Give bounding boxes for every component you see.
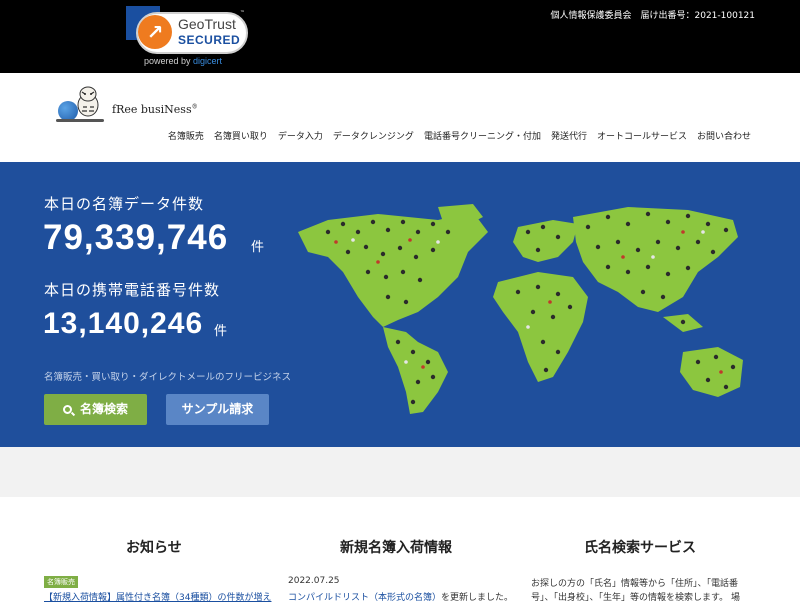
name-search-desc-line2: 号」、「出身校」、「生年」等の情報を検索します。 場: [531, 593, 740, 603]
registered-mark: ®: [191, 103, 198, 111]
name-search-desc-line1: お探しの方の「氏名」情報等から「住所」、「電話番: [531, 579, 739, 589]
records-count-label: 本日の名簿データ件数: [44, 195, 205, 213]
top-bar: ↗ GeoTrust SECURED ™ powered by digicert…: [0, 0, 800, 73]
nav-phone-cleaning[interactable]: 電話番号クリーニング・付加: [424, 129, 541, 142]
name-search-title: 氏名検索サービス: [584, 540, 696, 556]
arrival-item: コンパイルドリスト（本形式の名簿）を更新しました。: [288, 593, 514, 603]
hero-tagline: 名簿販売・買い取り・ダイレクトメールのフリービジネス: [44, 372, 292, 383]
news-title: お知らせ: [126, 540, 182, 556]
new-arrivals-title: 新規名簿入荷情報: [340, 540, 452, 556]
seal-brand: GeoTrust: [178, 16, 236, 32]
main-nav: 名簿販売 名簿買い取り データ入力 データクレンジング 電話番号クリーニング・付…: [158, 129, 751, 142]
registration-number: 個人情報保護委員会 届け出番号：2021-100121: [550, 11, 755, 21]
nav-data-cleansing[interactable]: データクレンジング: [333, 129, 414, 142]
search-icon: [62, 405, 72, 414]
seal-powered-by: powered by digicert: [144, 56, 223, 66]
site-header: fRee busiNess® 名簿販売 名簿買い取り データ入力 データクレンジ…: [0, 73, 800, 162]
sample-request-button[interactable]: サンプル請求: [166, 394, 269, 425]
news-category-badge: 名簿販売: [44, 576, 78, 588]
seal-status: SECURED: [178, 33, 241, 47]
mobile-count-unit: 件: [214, 324, 228, 339]
records-count: 79,339,746: [43, 218, 229, 257]
logo-base: [56, 119, 104, 122]
nav-list-purchase[interactable]: 名簿買い取り: [214, 129, 268, 142]
section-divider-band: [0, 447, 800, 497]
digicert-brand: digicert: [193, 56, 223, 66]
mobile-count: 13,140,246: [43, 307, 204, 340]
nav-contact[interactable]: お問い合わせ: [697, 129, 751, 142]
geotrust-seal[interactable]: ↗ GeoTrust SECURED ™ powered by digicert: [126, 6, 250, 68]
mobile-count-label: 本日の携帯電話番号件数: [44, 281, 221, 299]
nav-autocall[interactable]: オートコールサービス: [597, 129, 687, 142]
nav-shipping[interactable]: 発送代行: [551, 129, 587, 142]
list-search-button[interactable]: 名簿検索: [44, 394, 147, 425]
seal-check-icon: ↗: [138, 15, 172, 49]
tiger-mascot-icon: [77, 86, 99, 117]
world-map-people-icon: [298, 204, 743, 414]
arrival-date: 2022.07.25: [288, 576, 340, 586]
records-count-unit: 件: [251, 240, 265, 255]
site-logo[interactable]: fRee busiNess®: [54, 83, 204, 123]
nav-data-entry[interactable]: データ入力: [278, 129, 323, 142]
arrival-item-link[interactable]: コンパイルドリスト（本形式の名簿）: [288, 593, 441, 603]
logo-text: fRee busiNess®: [112, 103, 198, 116]
nav-list-sales[interactable]: 名簿販売: [168, 129, 204, 142]
seal-trademark: ™: [240, 10, 245, 16]
hero-section: 本日の名簿データ件数 79,339,746 件 本日の携帯電話番号件数 13,1…: [0, 162, 800, 447]
news-item-link[interactable]: 【新規入荷情報】属性付き名簿（34種類）の件数が増え: [44, 590, 271, 603]
